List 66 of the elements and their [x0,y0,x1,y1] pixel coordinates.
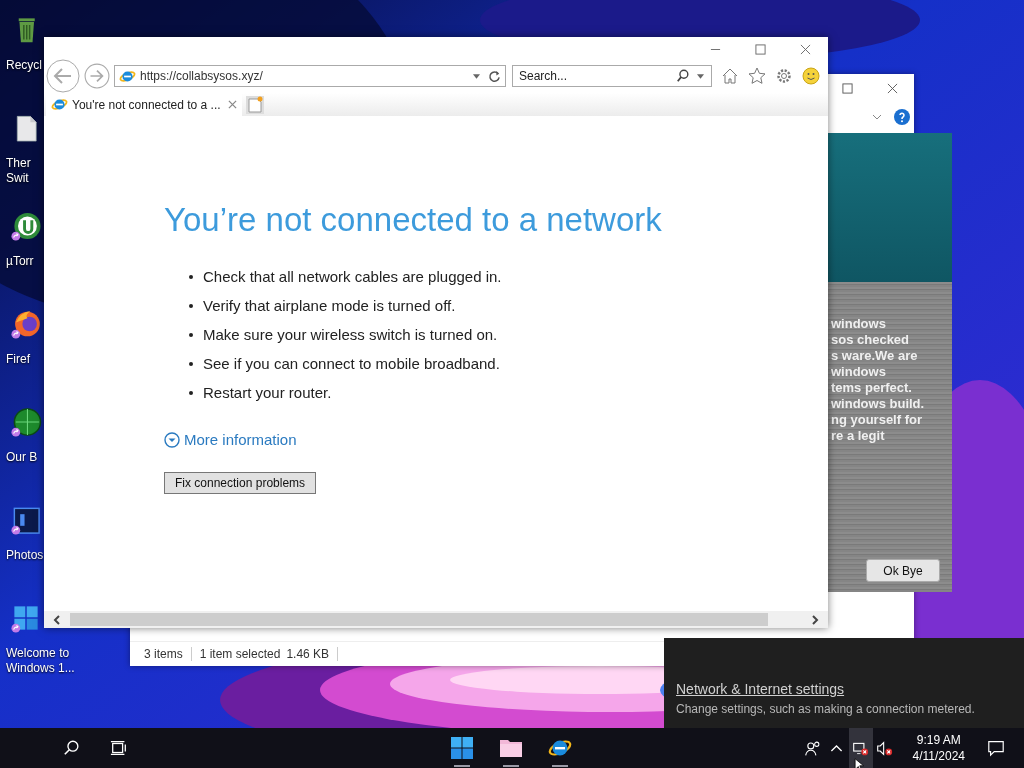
clock-time[interactable]: 9:19 AM [916,732,961,748]
firefox-icon[interactable] [10,308,42,340]
scroll-right-icon[interactable] [810,614,820,625]
desktop-icon-label[interactable]: Welcome to [6,646,70,661]
suggestion-text: Check that all network cables are plugged in. [203,268,502,285]
suggestion-text: Make sure your wireless switch is turned on. [203,326,498,343]
refresh-icon[interactable] [488,69,501,83]
torrent-icon[interactable] [10,210,42,242]
maximize-icon[interactable] [842,83,853,94]
search-field[interactable]: Search... [512,65,712,87]
home-icon[interactable] [721,67,739,85]
running-indicator [552,765,568,767]
close-icon[interactable] [228,100,237,109]
smiley-icon[interactable] [802,67,820,85]
suggestion-text: See if you can connect to mobile broadband. [203,355,500,372]
horizontal-scrollbar[interactable] [44,611,828,628]
bullet-icon [189,303,193,308]
status-text: 1 item selected [199,647,281,661]
bullet-icon [189,332,193,337]
expand-icon[interactable] [164,431,180,448]
help-icon[interactable] [894,108,910,125]
desktop-icon-label[interactable]: Windows 1... [6,661,75,676]
page-icon [51,96,68,113]
notifications-icon[interactable] [987,739,1005,757]
maximize-icon[interactable] [755,44,766,55]
scroll-thumb[interactable] [70,613,768,626]
running-indicator [503,765,519,767]
network-offline-icon[interactable] [848,728,873,768]
desktop-icon-label[interactable]: Ther [6,156,31,171]
close-icon[interactable] [800,44,811,55]
dropdown-icon[interactable] [473,73,480,79]
search-icon[interactable] [676,69,690,83]
bullet-icon [189,390,193,395]
search-icon[interactable] [63,739,81,757]
scroll-left-icon[interactable] [52,614,62,625]
windows-logo-icon [450,736,474,760]
flyout-description: Change settings, such as making a connection metered. [676,702,976,716]
desktop-icon-label[interactable]: Our B [6,450,38,465]
bullet-icon [189,274,193,279]
fix-connection-button[interactable]: Fix connection problems [164,472,317,494]
dropdown-icon[interactable] [697,74,704,79]
chevron-icon[interactable] [872,113,882,120]
network-settings-link[interactable]: Network & Internet settings [676,681,845,697]
more-information-link[interactable]: More information [184,431,297,448]
desktop-icon-label[interactable]: Firef [6,352,30,367]
globe-icon[interactable] [10,406,42,438]
address-field[interactable]: https://collabsysos.xyz/ [114,65,506,87]
dialog-message: windows sos checked s ware.We are windows tems perfect. windows build. ng yourself for re a legit [831,316,926,444]
task-view-icon[interactable] [110,739,128,757]
bullet-icon [189,361,193,366]
suggestion-text: Verify that airplane mode is turned off. [203,297,456,314]
clock-date[interactable]: 4/11/2024 [912,748,965,764]
star-icon[interactable] [748,67,766,85]
desktop-icon-label[interactable]: Photos [6,548,44,563]
ok-bye-button[interactable]: Ok Bye [866,559,940,582]
desktop-icon-label[interactable]: µTorr [6,254,34,269]
running-indicator [454,765,470,767]
desktop-icon-label[interactable]: Recycl [6,58,42,73]
cursor-icon [854,758,864,768]
error-heading: You’re not connected to a network [164,200,662,240]
close-icon[interactable] [887,83,898,94]
suggestion-text: Restart your router. [203,384,332,401]
status-text: 1.46 KB [286,647,330,661]
settings-icon[interactable] [775,67,793,85]
status-text: 3 items [144,647,183,661]
desktop-icon-label[interactable]: Swit [6,171,29,186]
